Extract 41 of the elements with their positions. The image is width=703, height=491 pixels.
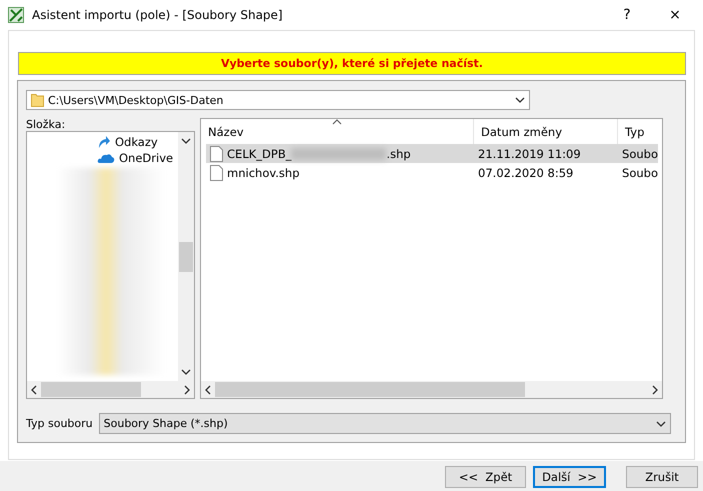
scroll-down-icon (181, 369, 192, 375)
scroll-left-icon (205, 384, 212, 394)
scroll-left-icon (31, 384, 37, 394)
dialog-button[interactable]: Zrušit (626, 466, 698, 488)
type-cell-text: Soubo (621, 166, 658, 180)
file-icon (210, 164, 224, 180)
file-extension: .shp (386, 146, 411, 160)
scroll-thumb[interactable] (179, 242, 194, 272)
dialog-button[interactable]: << Zpět (445, 466, 526, 488)
scroll-thumb[interactable] (41, 382, 141, 397)
date-cell-text: 07.02.2020 8:59 (477, 166, 574, 180)
instruction-banner: Vyberte soubor(y), které si přejete načíst. (18, 52, 686, 75)
close-button[interactable]: × (655, 7, 695, 23)
path-combo[interactable]: C:\Users\VM\Desktop\GIS-Daten (26, 90, 530, 110)
file-type-combo[interactable]: Soubory Shape (*.shp) (98, 413, 671, 434)
dialog-button[interactable]: Další >> (533, 466, 606, 488)
file-list[interactable]: Název Datum změny Typ CELK_DPB_ .shp 21.11.2019 11:09 Soubo mnichov.shp 07.02.2020 8:59 Soubo (200, 118, 663, 399)
tree-item[interactable]: Odkazy (97, 134, 178, 150)
arrow-icon (97, 135, 111, 149)
type-cell-text: Soubo (621, 146, 658, 160)
cloud-icon (97, 152, 115, 164)
file-name: mnichov.shp (227, 166, 300, 180)
file-row[interactable]: mnichov.shp 07.02.2020 8:59 Soubo (206, 163, 658, 182)
scroll-thumb[interactable] (215, 382, 526, 397)
window-title: Asistent importu (pole) - [Soubory Shape] (32, 8, 284, 22)
file-icon (210, 146, 224, 162)
help-button[interactable]: ? (607, 7, 647, 23)
folder-tree[interactable]: Odkazy OneDrive (26, 131, 196, 399)
app-logo-icon (8, 7, 24, 23)
scroll-right-icon (652, 384, 658, 394)
sort-up-icon (332, 119, 342, 125)
tree-item[interactable]: OneDrive (97, 150, 178, 166)
file-name: CELK_DPB_ (227, 146, 292, 160)
folder-label: Složka: (26, 118, 66, 131)
scroll-right-icon (184, 384, 190, 394)
scroll-up-icon (181, 138, 192, 144)
file-type-label: Typ souboru (26, 417, 93, 430)
column-header[interactable]: Typ (618, 119, 662, 144)
file-row[interactable]: CELK_DPB_ .shp 21.11.2019 11:09 Soubo (206, 144, 658, 163)
folder-icon (31, 93, 44, 107)
date-cell-text: 21.11.2019 11:09 (477, 146, 582, 160)
